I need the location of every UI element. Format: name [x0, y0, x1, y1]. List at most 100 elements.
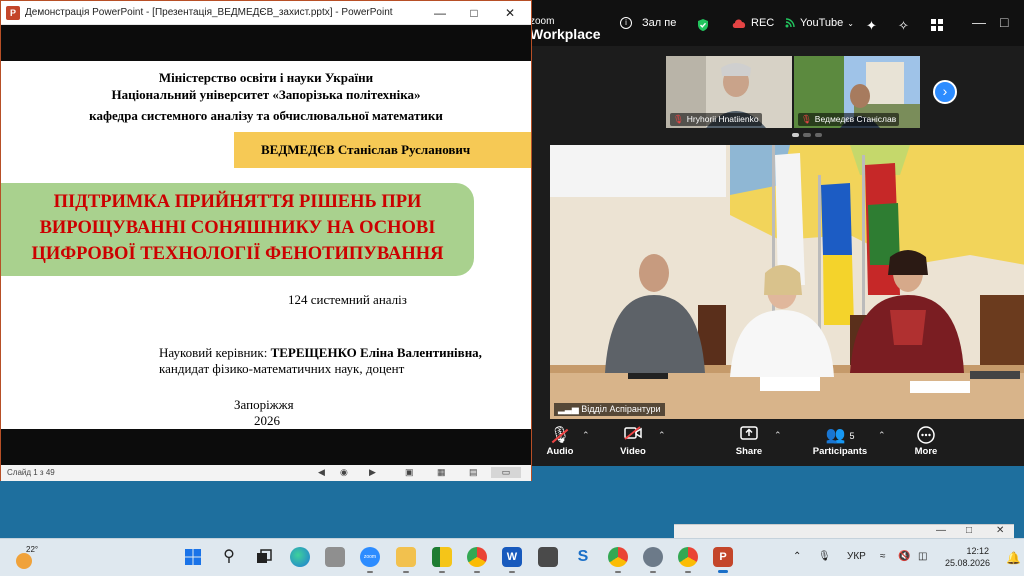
recording-indicator[interactable]: REC — [731, 17, 774, 29]
settings-gear-icon[interactable] — [643, 547, 663, 573]
rec-label: REC — [751, 17, 775, 29]
reading-view-icon[interactable]: ▤ — [469, 467, 478, 478]
share-button[interactable]: Share — [734, 426, 764, 457]
chrome-icon-2[interactable] — [678, 547, 698, 573]
background-close-icon[interactable]: ✕ — [996, 525, 1004, 536]
spreadsheet-app-icon[interactable] — [432, 547, 452, 573]
normal-view-icon[interactable]: ▣ — [405, 467, 414, 478]
conference-room-image — [550, 145, 1024, 419]
word-icon[interactable]: W — [502, 547, 522, 573]
more-icon — [912, 426, 940, 446]
app-icon[interactable] — [325, 547, 345, 567]
sparkle-icon[interactable]: ✧ — [898, 18, 912, 33]
start-icon[interactable] — [183, 547, 203, 567]
volume-muted-icon[interactable]: 🔇 — [898, 551, 910, 562]
video-off-icon — [618, 426, 648, 446]
powerpoint-app-icon: P — [6, 6, 20, 20]
battery-icon[interactable]: ◫ — [918, 551, 927, 562]
chevron-down-icon: ⌄ — [847, 18, 854, 28]
participants-count: 5 — [849, 431, 855, 441]
chrome-icon[interactable] — [467, 547, 487, 573]
zoom-maximize-button[interactable]: □ — [1000, 14, 1008, 30]
wifi-icon[interactable]: ≈ — [880, 551, 886, 562]
magic-wand-icon[interactable]: ✦ — [866, 18, 880, 33]
background-window-titlebar[interactable]: — □ ✕ — [674, 524, 1014, 538]
record-cloud-icon — [732, 19, 746, 28]
chevron-up-icon[interactable]: ⌃ — [793, 551, 801, 562]
close-button[interactable]: ✕ — [493, 4, 527, 22]
minimize-button[interactable]: — — [423, 4, 457, 22]
slide-year: 2026 — [254, 413, 280, 428]
sun-icon — [16, 553, 32, 569]
search-icon[interactable]: ⚲ — [219, 547, 239, 567]
menu-circle-icon[interactable]: ◉ — [340, 467, 348, 478]
meeting-info[interactable]: i Зал пе — [620, 17, 676, 29]
previous-slide-icon[interactable]: ◀ — [318, 467, 325, 478]
topic-line-3: ЦИФРОВОЇ ТЕХНОЛОГІЇ ФЕНОТИПУВАННЯ — [31, 244, 444, 264]
share-options-caret[interactable]: ⌃ — [774, 430, 782, 441]
participant-name: Hryhorii Hnatiienko — [686, 114, 759, 124]
window-title: Демонстрація PowerPoint - [Презентація_В… — [25, 7, 393, 18]
youtube-label: YouTube — [800, 17, 844, 29]
notifications-icon[interactable]: 🔔 — [1006, 551, 1021, 565]
maximize-button[interactable]: □ — [457, 4, 491, 22]
calculator-icon[interactable] — [538, 547, 558, 567]
shield-icon[interactable] — [696, 18, 710, 32]
chrome-profile-icon[interactable] — [608, 547, 628, 573]
skype-like-icon[interactable]: S — [573, 547, 593, 567]
more-button[interactable]: More — [912, 426, 940, 457]
powerpoint-icon[interactable]: P — [713, 547, 733, 573]
next-slide-icon[interactable]: ▶ — [369, 467, 376, 478]
chevron-right-icon[interactable]: › — [933, 80, 957, 104]
slideshow-view-icon[interactable]: ▭ — [491, 467, 521, 478]
participant-thumb[interactable]: 🎙 Ведмедєв Станіслав — [794, 56, 920, 128]
slide-letterbox-bottom — [1, 429, 531, 465]
background-minimize-icon[interactable]: — — [936, 525, 946, 536]
file-explorer-icon[interactable] — [396, 547, 416, 573]
system-clock[interactable]: 12:12 25.08.2026 — [945, 545, 991, 569]
background-maximize-icon[interactable]: □ — [966, 525, 972, 536]
zoom-minimize-button[interactable]: — — [972, 14, 986, 30]
participants-options-caret[interactable]: ⌃ — [878, 430, 886, 441]
slide-1[interactable]: Міністерство освіти і науки України Наці… — [1, 61, 531, 429]
video-button[interactable]: Video — [618, 426, 648, 457]
share-screen-icon — [734, 426, 764, 446]
meeting-controls: 🎙 Audio ⌃ Video ⌃ Share ⌃ 👥5 Participant… — [526, 420, 1024, 466]
slide-specialty: 124 системний аналіз — [288, 292, 407, 307]
slide-city: Запоріжжя — [234, 397, 294, 412]
zoom-taskbar-icon[interactable]: zoom — [360, 547, 380, 573]
topic-line-1: ПІДТРИМКА ПРИЙНЯТТЯ РІШЕНЬ ПРИ — [53, 192, 422, 212]
video-options-caret[interactable]: ⌃ — [658, 430, 666, 441]
microphone-icon[interactable]: 🎙 — [818, 551, 831, 562]
slide-department: кафедра системного аналізу та обчислювал… — [89, 108, 443, 123]
participants-button[interactable]: 👥 5 Participants — [812, 426, 868, 457]
livestream-youtube[interactable]: YouTube ⌄ — [784, 17, 854, 29]
info-icon: i — [620, 17, 632, 29]
input-language[interactable]: УКР — [847, 551, 866, 562]
slide-supervisor: Науковий керівник: ТЕРЕЩЕНКО Еліна Вален… — [159, 345, 482, 361]
clock-date: 25.08.2026 — [945, 558, 991, 568]
audio-label: Audio — [546, 446, 574, 457]
mic-off-icon: 🎙 — [546, 426, 574, 446]
weather-widget[interactable]: 22° — [14, 545, 44, 571]
slide-supervisor-degree: кандидат фізико-математичних наук, доцен… — [159, 361, 405, 376]
room-name: Зал пе — [642, 17, 677, 29]
slide-letterbox-top — [1, 25, 531, 61]
task-view-icon[interactable] — [254, 547, 274, 567]
edge-icon[interactable] — [290, 547, 310, 567]
participant-thumb[interactable]: 🎙 Hryhorii Hnatiienko — [666, 56, 792, 128]
powerpoint-statusbar: Слайд 1 з 49 ◀ ◉ ▶ ▣ ▦ ▤ ▭ — [1, 465, 531, 481]
zoom-titlebar: zoom Workplace i Зал пе REC YouTube ⌄ ✦ … — [526, 0, 1024, 46]
slide-topic: ПІДТРИМКА ПРИЙНЯТТЯ РІШЕНЬ ПРИ ВИРОЩУВАН… — [1, 183, 474, 276]
more-label: More — [914, 446, 938, 457]
slide-sorter-icon[interactable]: ▦ — [437, 467, 446, 478]
audio-options-caret[interactable]: ⌃ — [582, 430, 590, 441]
topic-line-2: ВИРОЩУВАННІ СОНЯШНИКУ НА ОСНОВІ — [39, 218, 436, 238]
speaker-name-tag: ▂▃▅ Відділ Аспірантури — [554, 403, 665, 416]
slide-ministry: Міністерство освіти і науки України — [158, 70, 374, 85]
zoom-window: zoom Workplace i Зал пе REC YouTube ⌄ ✦ … — [526, 0, 1024, 466]
participant-name: Ведмедєв Станіслав — [814, 114, 897, 124]
apps-icon[interactable] — [930, 18, 944, 32]
main-video[interactable]: ▂▃▅ Відділ Аспірантури — [550, 145, 1024, 419]
audio-button[interactable]: 🎙 Audio — [546, 426, 574, 457]
